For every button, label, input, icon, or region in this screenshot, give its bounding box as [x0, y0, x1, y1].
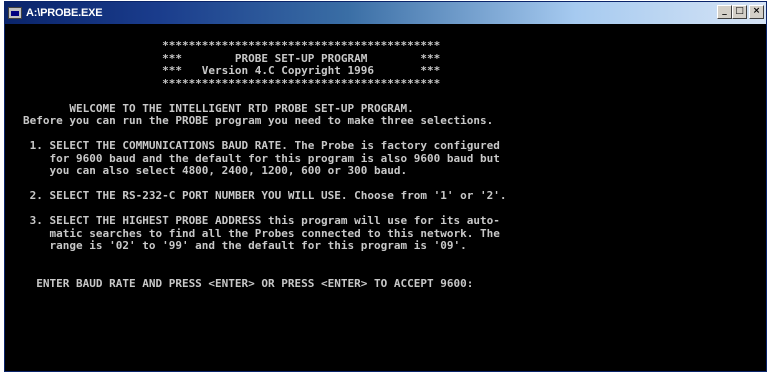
step3-line: range is '02' to '99' and the default fo… — [23, 239, 467, 252]
console-output[interactable]: ****************************************… — [5, 24, 766, 371]
window-title: A:\PROBE.EXE — [26, 7, 103, 19]
minimize-button[interactable]: _ — [717, 5, 732, 19]
banner-line: *** Version 4.C Copyright 1996 *** — [23, 64, 441, 77]
banner-line: ****************************************… — [23, 39, 441, 52]
close-button[interactable]: × — [749, 5, 764, 19]
step1-line: you can also select 4800, 2400, 1200, 60… — [23, 164, 408, 177]
welcome-line: Before you can run the PROBE program you… — [23, 114, 494, 127]
step2-line: 2. SELECT THE RS-232-C PORT NUMBER YOU W… — [23, 189, 507, 202]
banner-line: ****************************************… — [23, 76, 441, 90]
console-window: A:\PROBE.EXE _ □ × *********************… — [4, 1, 767, 372]
window-controls: _ □ × — [717, 5, 764, 19]
step3-line: 3. SELECT THE HIGHEST PROBE ADDRESS this… — [23, 214, 500, 227]
step1-line: 1. SELECT THE COMMUNICATIONS BAUD RATE. … — [23, 139, 500, 152]
console-app-icon[interactable] — [8, 7, 22, 19]
maximize-button[interactable]: □ — [732, 5, 747, 19]
input-prompt[interactable]: ENTER BAUD RATE AND PRESS <ENTER> OR PRE… — [23, 277, 766, 291]
title-bar[interactable]: A:\PROBE.EXE _ □ × — [5, 2, 766, 24]
